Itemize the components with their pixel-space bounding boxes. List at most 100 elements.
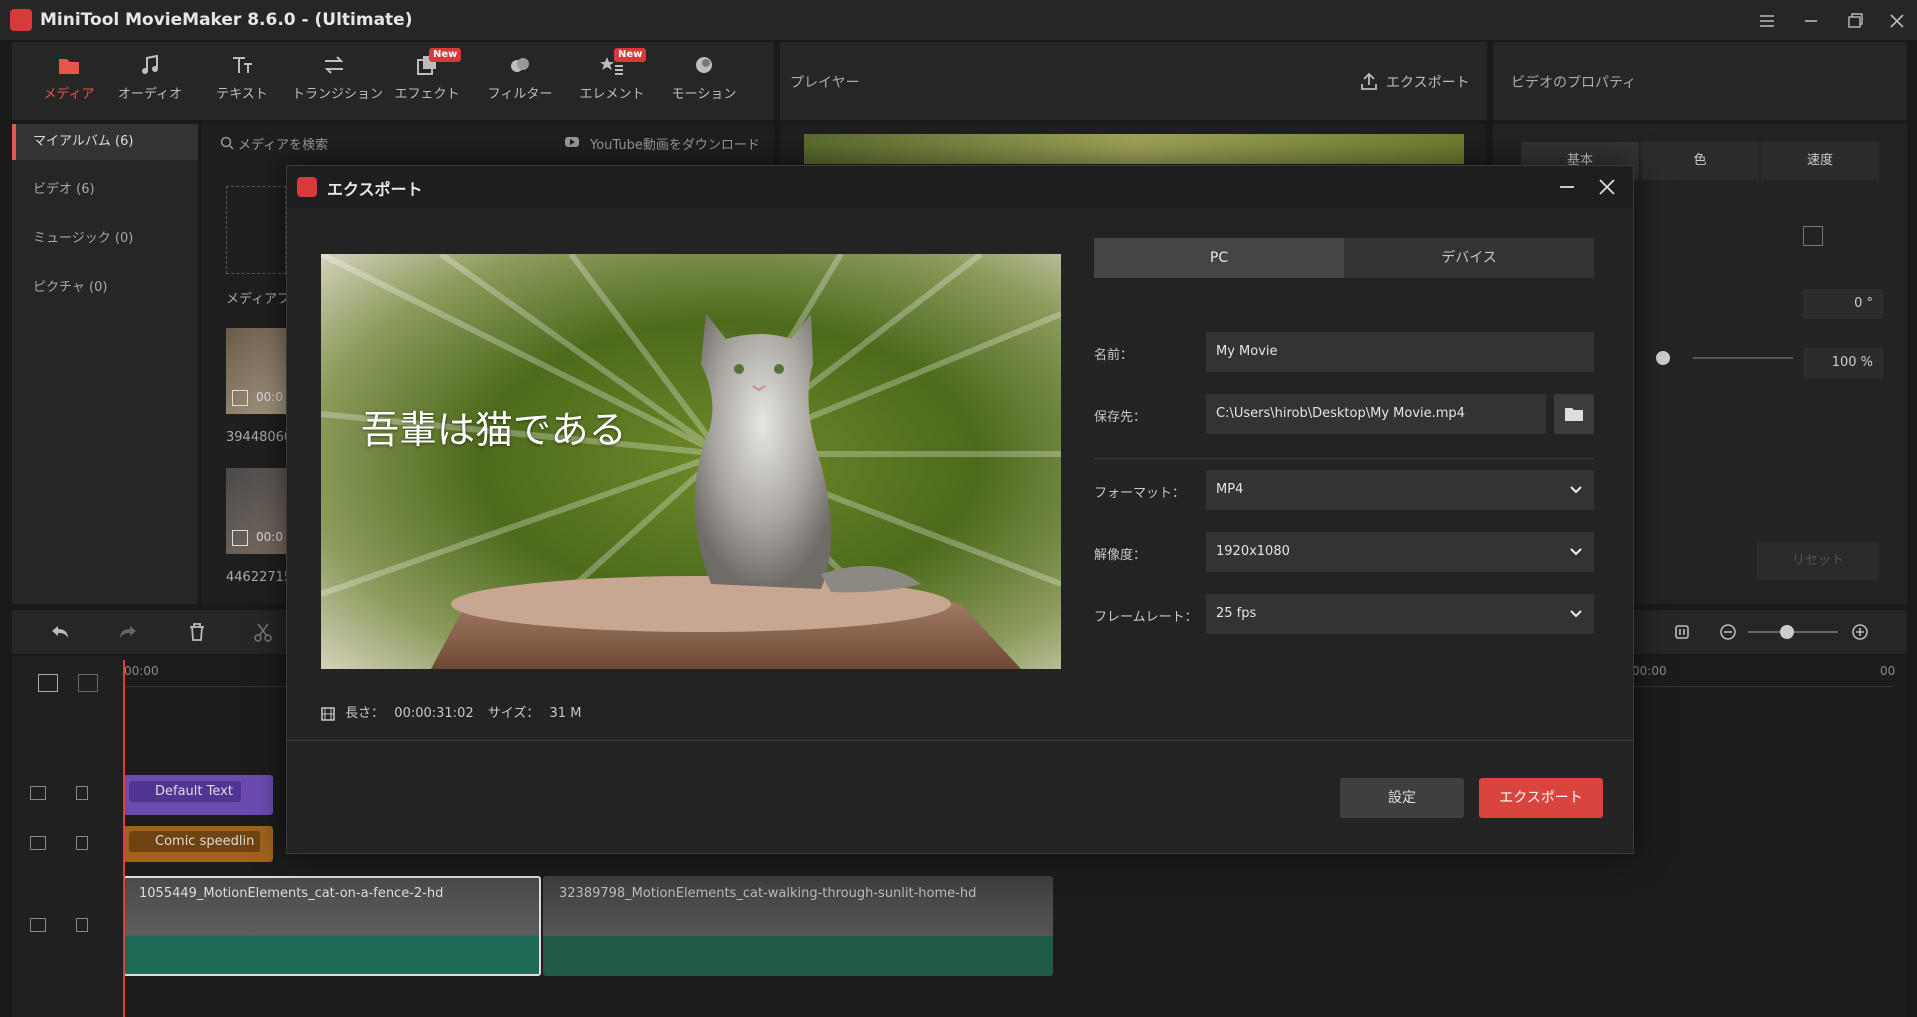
- name-label: 名前：: [1094, 348, 1134, 363]
- framerate-select[interactable]: 25 fps: [1206, 594, 1594, 634]
- dialog-header: エクスポート: [287, 166, 1633, 208]
- close-window-icon[interactable]: [1884, 8, 1910, 34]
- video-info: 長さ： 00:00:31:02 サイズ： 31 M: [321, 702, 581, 722]
- new-badge: New: [614, 48, 647, 62]
- media-search-input[interactable]: メディアを検索: [238, 134, 328, 153]
- export-button[interactable]: エクスポート: [1479, 778, 1603, 818]
- tool-filter[interactable]: フィルター: [478, 52, 562, 112]
- motion-icon: [696, 57, 712, 73]
- name-input[interactable]: My Movie: [1206, 332, 1594, 372]
- album-sidebar: マイアルバム (6) ビデオ (6) ミュージック (0) ピクチャ (0): [12, 124, 198, 604]
- video-clip-1[interactable]: 1055449_MotionElements_cat-on-a-fence-2-…: [123, 876, 541, 976]
- video-clip-2-label: 32389798_MotionElements_cat-walking-thro…: [559, 886, 977, 901]
- ruler-time: 00: [1880, 664, 1896, 678]
- browse-folder-button[interactable]: [1554, 394, 1594, 434]
- reset-button[interactable]: リセット: [1757, 542, 1879, 580]
- tool-element[interactable]: エレメント New: [570, 48, 654, 112]
- prop-tab-color[interactable]: 色: [1641, 142, 1759, 180]
- maximize-icon[interactable]: [1842, 8, 1868, 34]
- upload-icon: [1361, 72, 1377, 90]
- text-icon: [233, 57, 252, 73]
- thumbnail-duration: 00:0: [256, 530, 283, 544]
- video-clip-2[interactable]: 32389798_MotionElements_cat-walking-thro…: [543, 876, 1053, 976]
- redo-icon[interactable]: [116, 622, 140, 642]
- prop-tab-speed[interactable]: 速度: [1761, 142, 1879, 180]
- film-icon: [30, 918, 46, 932]
- zoom-slider-thumb[interactable]: [1780, 625, 1794, 639]
- close-dialog-icon[interactable]: [1595, 175, 1619, 199]
- import-media-label: メディアフ: [226, 292, 291, 307]
- album-item-picture[interactable]: ピクチャ (0): [12, 270, 198, 306]
- album-item-music[interactable]: ミュージック (0): [12, 221, 198, 257]
- tool-motion[interactable]: モーション: [662, 52, 746, 112]
- player-export-button[interactable]: エクスポート: [1358, 66, 1478, 96]
- lock-icon[interactable]: [76, 836, 88, 850]
- chevron-down-icon: [1570, 610, 1582, 618]
- tool-media[interactable]: メディア: [27, 52, 111, 112]
- scale-slider-thumb[interactable]: [1656, 351, 1670, 365]
- zoom-out-icon[interactable]: [1718, 622, 1738, 642]
- remove-track-icon[interactable]: [78, 674, 98, 692]
- save-location-label: 保存先：: [1094, 410, 1147, 425]
- settings-button[interactable]: 設定: [1340, 778, 1464, 818]
- add-track-icon[interactable]: [38, 674, 58, 692]
- properties-header: ビデオのプロパティ: [1493, 42, 1907, 120]
- size-value: 31 M: [549, 706, 582, 721]
- youtube-download-link[interactable]: YouTube動画をダウンロード: [590, 134, 760, 153]
- text-clip[interactable]: Default Text: [123, 775, 273, 815]
- media-thumbnail[interactable]: 00:0: [226, 328, 286, 414]
- scissors-icon[interactable]: [252, 621, 274, 643]
- zoom-in-icon[interactable]: [1850, 622, 1870, 642]
- film-icon: [232, 390, 248, 406]
- tab-device[interactable]: デバイス: [1344, 238, 1594, 278]
- resolution-select[interactable]: 1920x1080: [1206, 532, 1594, 572]
- chevron-down-icon: [1570, 486, 1582, 494]
- search-icon: [220, 136, 234, 150]
- minimize-icon[interactable]: [1798, 8, 1824, 34]
- resolution-label: 解像度：: [1094, 548, 1147, 563]
- preview-caption-text: 吾輩は猫である: [361, 408, 627, 452]
- flip-vertical-icon[interactable]: [1803, 226, 1823, 246]
- app-title: MiniTool MovieMaker 8.6.0 - (Ultimate): [40, 10, 413, 30]
- length-label: 長さ：: [345, 706, 385, 721]
- lock-icon[interactable]: [76, 918, 88, 932]
- album-item-video[interactable]: ビデオ (6): [12, 172, 198, 208]
- film-icon: [30, 836, 46, 850]
- app-logo-icon: [297, 177, 317, 197]
- player-export-label: エクスポート: [1386, 75, 1470, 91]
- format-select[interactable]: MP4: [1206, 470, 1594, 510]
- audio-wave-icon[interactable]: [1672, 622, 1692, 642]
- film-icon: [321, 706, 335, 721]
- import-media-box[interactable]: [226, 186, 286, 274]
- app-logo-icon: [10, 9, 32, 31]
- tool-text[interactable]: テキスト: [200, 52, 284, 112]
- tool-audio[interactable]: オーディオ: [108, 52, 192, 112]
- thumbnail-duration: 00:0: [256, 390, 283, 404]
- rotation-value[interactable]: 0 °: [1803, 289, 1883, 319]
- save-location-input[interactable]: C:\Users\hirob\Desktop\My Movie.mp4: [1206, 394, 1546, 434]
- tool-transition[interactable]: トランジション: [292, 52, 383, 112]
- effect-clip[interactable]: Comic speedlin: [123, 826, 273, 862]
- minimize-dialog-icon[interactable]: [1555, 175, 1579, 199]
- tool-effect[interactable]: エフェクト New: [385, 48, 469, 112]
- playhead[interactable]: [123, 660, 125, 1017]
- youtube-icon: [565, 137, 579, 147]
- film-icon: [30, 786, 46, 800]
- film-icon: [232, 530, 248, 546]
- lock-icon[interactable]: [76, 786, 88, 800]
- undo-icon[interactable]: [48, 622, 72, 642]
- album-item-my-album[interactable]: マイアルバム (6): [12, 124, 198, 160]
- format-label: フォーマット：: [1094, 486, 1186, 501]
- tool-label: フィルター: [487, 87, 553, 102]
- chevron-down-icon: [1570, 548, 1582, 556]
- framerate-label: フレームレート：: [1094, 610, 1198, 625]
- scale-value[interactable]: 100 %: [1803, 348, 1883, 378]
- tab-pc[interactable]: PC: [1094, 238, 1344, 278]
- divider: [1094, 458, 1594, 459]
- tool-label: オーディオ: [117, 87, 183, 102]
- media-thumbnail[interactable]: 00:0: [226, 468, 286, 554]
- menu-icon[interactable]: [1754, 8, 1780, 34]
- delete-icon[interactable]: [186, 621, 208, 643]
- player-preview: [804, 134, 1464, 164]
- tool-label: エフェクト: [394, 87, 460, 102]
